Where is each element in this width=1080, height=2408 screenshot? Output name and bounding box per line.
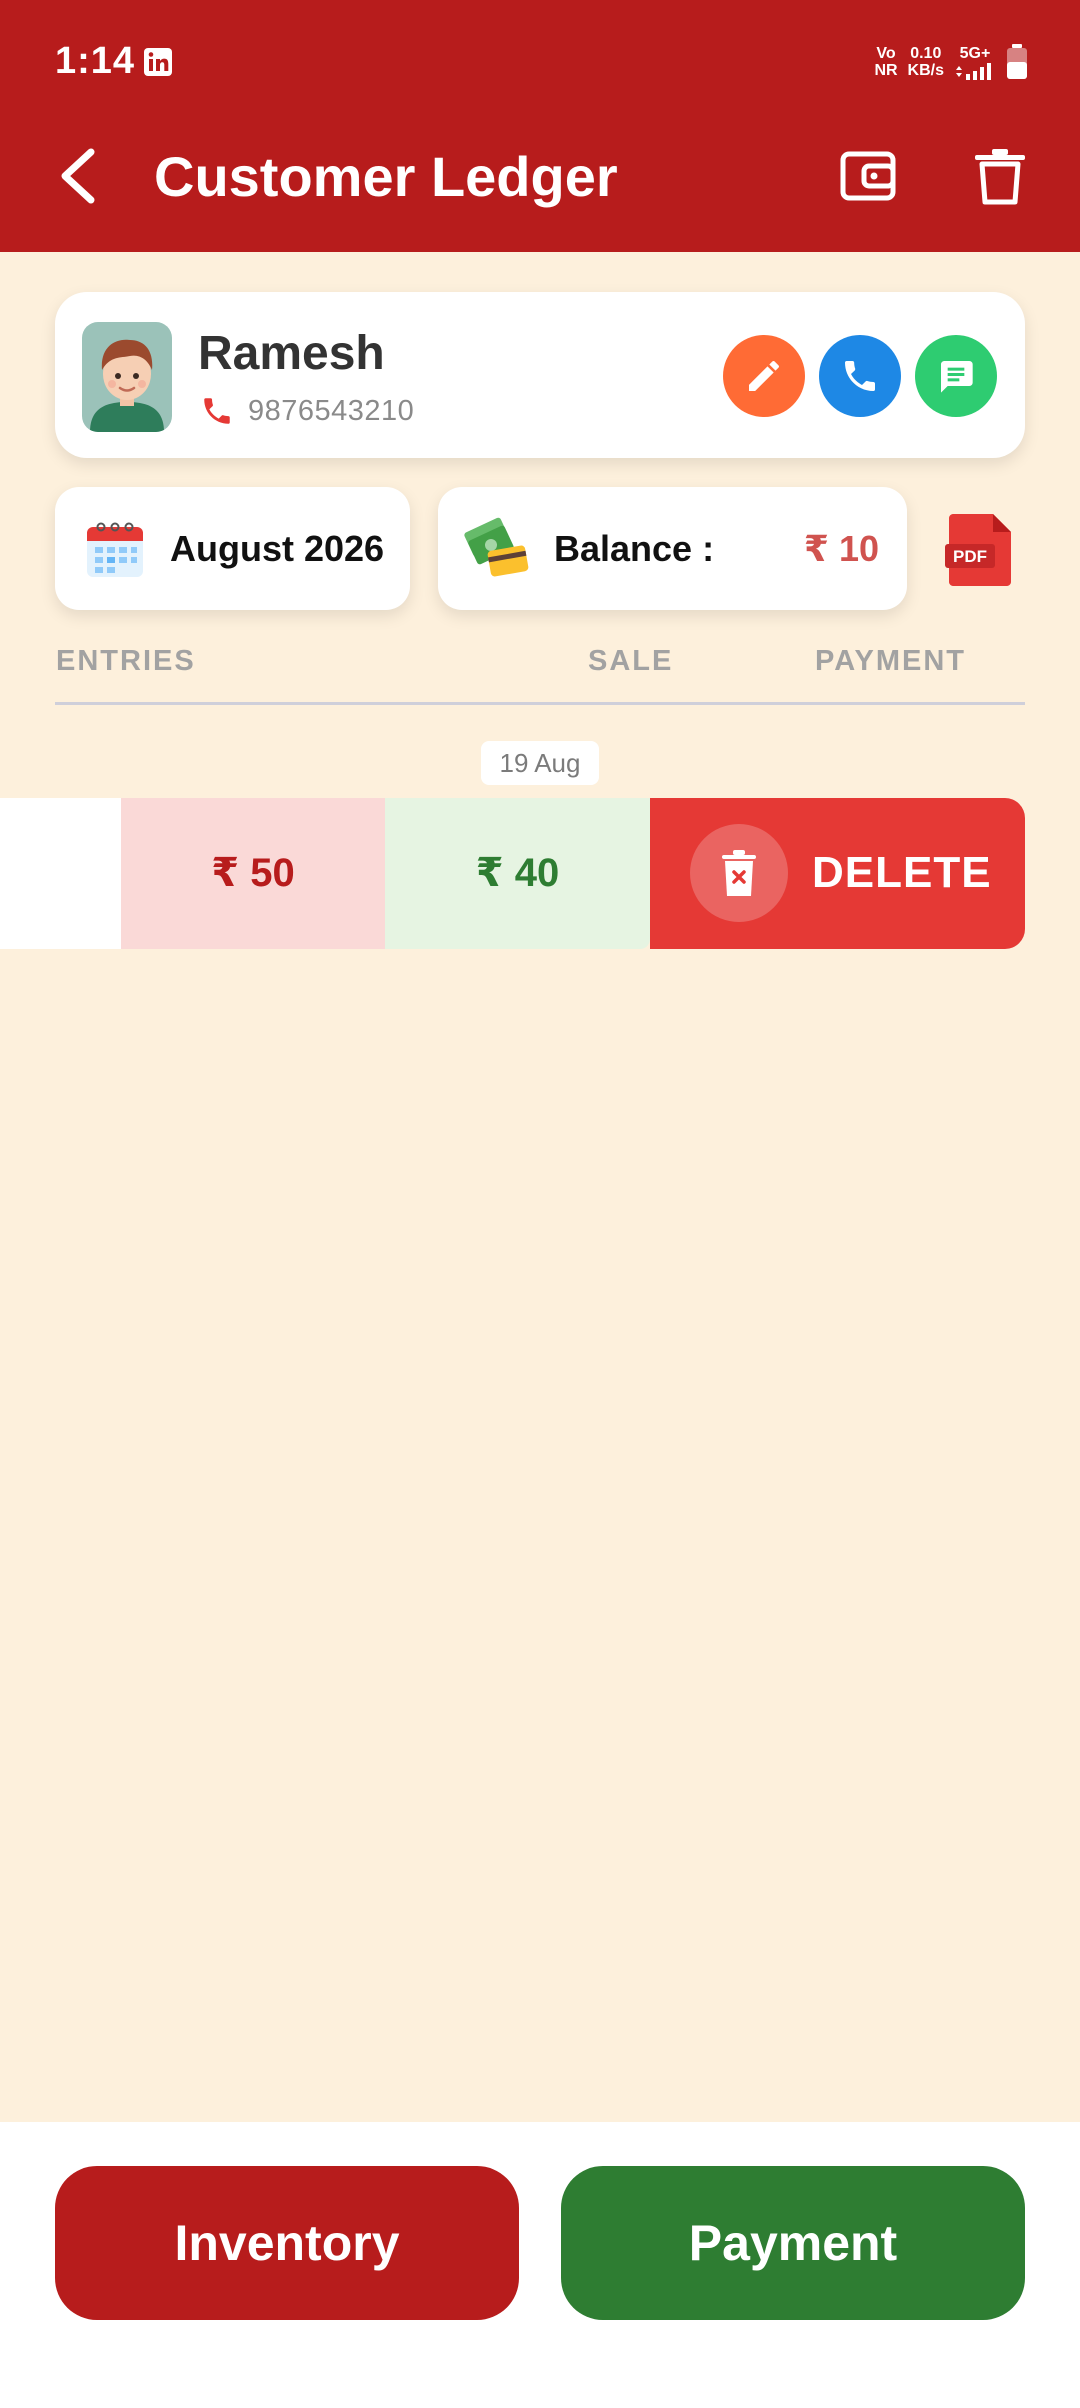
network-speed: 0.10 KB/s [907,45,944,79]
payment-button[interactable]: Payment [561,2166,1025,2320]
entry-payment-amount: ₹ 40 [385,798,650,949]
linkedin-notification-icon [144,48,172,76]
calendar-icon [87,522,143,577]
network-type: Vo NR [874,45,898,79]
pencil-icon [749,361,779,391]
status-indicators: Vo NR 0.10 KB/s 5G+ [874,44,1028,80]
page-title: Customer Ledger [154,145,618,208]
edit-customer-button[interactable] [723,335,805,417]
pdf-icon[interactable]: PDF [945,512,1017,588]
ledger-entry-row[interactable]: ₹ 50 ₹ 40 DELETE [0,798,1080,949]
header-divider [55,702,1025,705]
column-payment: PAYMENT [815,645,966,677]
column-entries: ENTRIES [56,645,196,677]
customer-card: Ramesh 9876543210 [55,292,1025,458]
trash-icon [722,850,756,896]
phone-icon [845,361,875,391]
wallet-icon[interactable] [838,146,898,206]
column-sale: SALE [588,645,674,677]
call-customer-button[interactable] [819,335,901,417]
pdf-label: PDF [953,547,987,566]
chat-icon [941,361,973,393]
bottom-action-bar: Inventory Payment [0,2122,1080,2408]
delete-icon-circle [690,824,788,922]
date-chip: 19 Aug [481,741,599,785]
delete-label: DELETE [812,848,992,897]
entry-description-cell [0,798,121,949]
customer-phone: 9876543210 [248,395,415,427]
avatar [82,322,172,432]
delete-entry-button[interactable]: DELETE [650,798,1025,949]
inventory-button[interactable]: Inventory [55,2166,519,2320]
battery-icon [1007,44,1027,79]
app-header: 1:14 Vo NR 0.10 KB/s 5G+ Customer Ledger [0,0,1080,252]
balance-label: Balance : [554,528,715,569]
phone-icon [204,398,230,424]
signal-indicator: 5G+ [954,45,996,80]
balance-card: Balance : ₹ 10 [438,487,907,610]
month-label: August 2026 [170,528,385,569]
money-card-icon [464,517,529,577]
trash-icon[interactable] [970,146,1030,206]
balance-value: ₹ 10 [803,528,879,569]
status-time: 1:14 [55,40,136,82]
month-selector[interactable]: August 2026 [55,487,410,610]
customer-name: Ramesh [198,327,385,380]
message-customer-button[interactable] [915,335,997,417]
back-arrow-icon[interactable] [55,146,99,206]
entry-sale-amount: ₹ 50 [121,798,385,949]
customer-avatar-icon [90,339,164,432]
signal-bars-icon [956,62,991,80]
